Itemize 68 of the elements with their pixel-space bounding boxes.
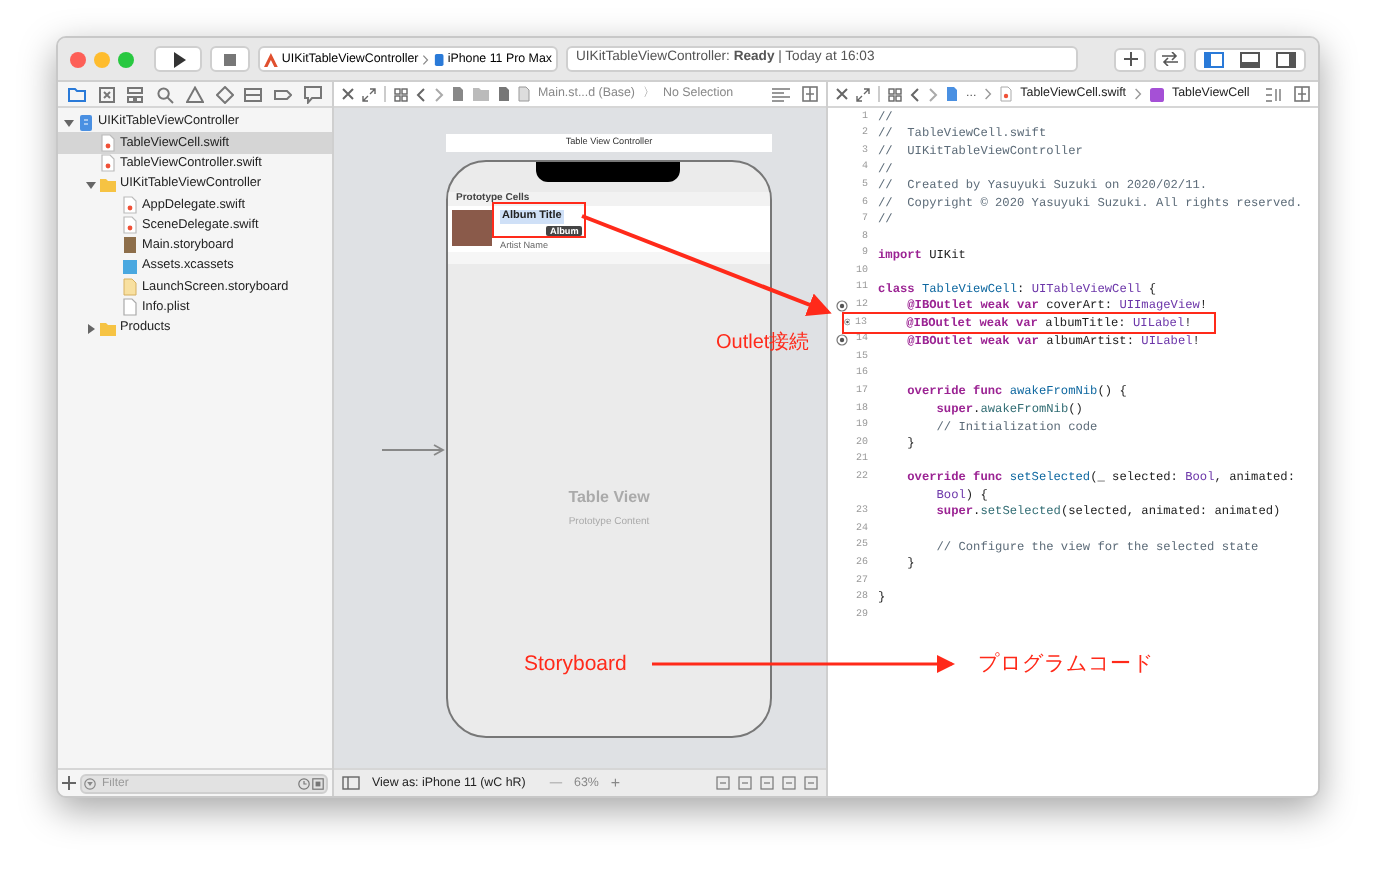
annotation-label: Storyboard <box>524 650 627 680</box>
sidebar-toggle-icon[interactable] <box>342 776 360 790</box>
close-icon[interactable] <box>342 88 354 100</box>
swift-file-icon[interactable] <box>1000 86 1013 102</box>
disclosure-triangle-icon[interactable] <box>86 323 96 334</box>
clock-icon[interactable] <box>298 777 310 789</box>
search-icon[interactable] <box>156 85 175 103</box>
grid-icon[interactable] <box>394 87 408 101</box>
grid-icon[interactable] <box>888 87 902 101</box>
expand-icon[interactable] <box>362 87 376 101</box>
highlight-box <box>492 202 586 238</box>
warning-icon[interactable] <box>185 85 204 103</box>
list-icon[interactable] <box>244 85 263 103</box>
outlet-connection-icon[interactable] <box>844 316 851 329</box>
file-icon <box>122 298 138 317</box>
plus-icon <box>1123 52 1137 66</box>
close-box-icon[interactable] <box>97 85 116 103</box>
class-icon[interactable] <box>1150 87 1165 101</box>
annotation-label: プログラムコード <box>978 650 1154 680</box>
lines-icon[interactable] <box>772 87 790 101</box>
panel-toggle-icon[interactable] <box>1204 51 1224 67</box>
square-icon[interactable] <box>312 777 324 789</box>
panel-toggle-icon[interactable] <box>1276 51 1296 67</box>
chevron-icon <box>422 53 430 65</box>
minimap-icon[interactable] <box>1266 87 1282 101</box>
storyboard-icon <box>122 278 138 297</box>
add-button[interactable] <box>1114 47 1146 71</box>
photo-placeholder <box>452 210 492 246</box>
chevron-icon <box>1134 88 1143 100</box>
file-icon[interactable] <box>452 86 464 102</box>
entry-point-arrow <box>382 444 446 456</box>
stop-icon <box>224 53 236 65</box>
diamond-icon[interactable] <box>215 85 234 103</box>
filter-icon <box>84 777 96 789</box>
tag-icon[interactable] <box>274 85 293 103</box>
hierarchy-icon[interactable] <box>126 85 145 103</box>
split-view-icon[interactable] <box>1294 86 1310 102</box>
outlet-connection-icon[interactable] <box>836 299 848 312</box>
storyboard-icon <box>122 236 138 255</box>
disclosure-triangle-icon[interactable] <box>86 179 96 190</box>
expand-icon[interactable] <box>856 87 870 101</box>
close-icon[interactable] <box>836 88 848 100</box>
add-icon[interactable] <box>62 776 76 790</box>
stop-button[interactable] <box>210 46 250 72</box>
annotation-label: Outlet接続 <box>716 329 810 358</box>
code-review-button[interactable] <box>1154 47 1186 71</box>
file-icon[interactable] <box>946 86 958 102</box>
outlet-connection-icon[interactable] <box>836 334 848 347</box>
chevron-icon <box>984 88 993 100</box>
folder-icon[interactable] <box>67 85 86 103</box>
back-icon[interactable] <box>910 87 920 101</box>
device-icon <box>433 51 444 67</box>
disclosure-triangle-icon[interactable] <box>64 117 74 128</box>
project-icon <box>78 113 94 132</box>
app-icon <box>264 51 278 67</box>
device-notch <box>536 162 680 182</box>
split-view-icon[interactable] <box>802 86 818 102</box>
speech-bubble-icon[interactable] <box>304 85 322 103</box>
asset-catalog-icon <box>122 257 138 276</box>
swap-arrows-icon <box>1162 52 1178 66</box>
back-icon[interactable] <box>416 87 426 101</box>
folder-icon <box>100 175 116 194</box>
table-view-title: Table View <box>568 486 650 510</box>
panel-toggle-icon[interactable] <box>1240 51 1260 67</box>
panel-toggle-group[interactable] <box>1194 47 1306 71</box>
run-button[interactable] <box>154 46 202 72</box>
folder-icon <box>100 319 116 338</box>
play-icon <box>171 51 185 67</box>
